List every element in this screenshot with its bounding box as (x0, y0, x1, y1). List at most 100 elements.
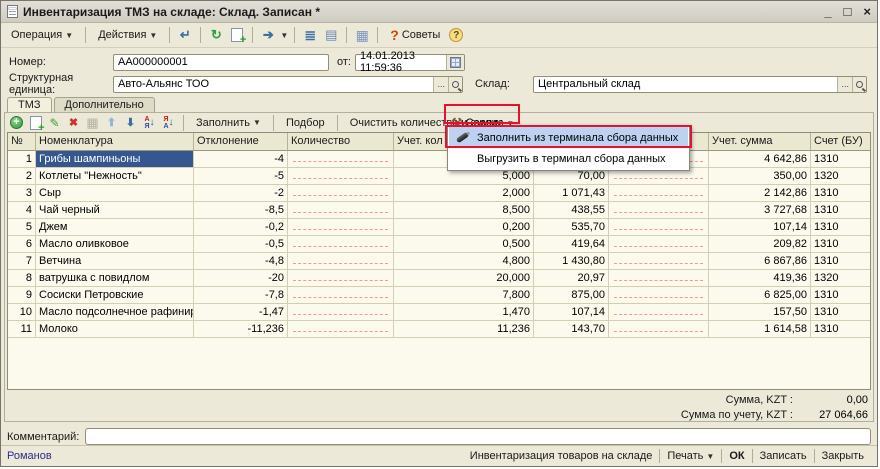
column-header[interactable]: Учет. сумма (709, 133, 811, 151)
goto-button[interactable]: ➔ (259, 26, 277, 44)
cell-dev[interactable]: -11,236 (194, 321, 288, 338)
post-document-button[interactable]: ↵ (176, 26, 194, 44)
cell-sum[interactable] (609, 253, 709, 270)
cell-qty[interactable] (288, 236, 394, 253)
cell-account[interactable]: 1310 (811, 185, 871, 202)
save-row-button[interactable]: ▦ (85, 115, 100, 130)
cell-account[interactable]: 1310 (811, 253, 871, 270)
cell-price[interactable]: 1 430,80 (534, 253, 609, 270)
cell-acc-sum[interactable]: 2 142,86 (709, 185, 811, 202)
cell-account[interactable]: 1320 (811, 270, 871, 287)
cell-n[interactable]: 10 (8, 304, 36, 321)
list-structure-button[interactable]: ≣ (301, 26, 319, 44)
cell-acc-sum[interactable]: 6 825,00 (709, 287, 811, 304)
copy-document-button[interactable] (228, 26, 246, 44)
cell-name[interactable]: Котлеты "Нежность" (36, 168, 194, 185)
chevron-down-icon[interactable]: ▼ (280, 31, 288, 40)
cell-price[interactable]: 438,55 (534, 202, 609, 219)
operation-menu-button[interactable]: Операция ▼ (5, 26, 79, 44)
cell-acc-qty[interactable]: 11,236 (394, 321, 534, 338)
close-document-button[interactable]: Закрыть (815, 450, 871, 462)
cell-acc-sum[interactable]: 6 867,86 (709, 253, 811, 270)
comment-field[interactable] (85, 428, 871, 445)
cell-acc-sum[interactable]: 350,00 (709, 168, 811, 185)
cell-dev[interactable]: -4,8 (194, 253, 288, 270)
cell-price[interactable]: 143,70 (534, 321, 609, 338)
cell-acc-sum[interactable]: 419,36 (709, 270, 811, 287)
cell-acc-qty[interactable]: 0,200 (394, 219, 534, 236)
cell-sum[interactable] (609, 270, 709, 287)
refresh-button[interactable]: ↻ (207, 26, 225, 44)
cell-n[interactable]: 4 (8, 202, 36, 219)
cell-n[interactable]: 9 (8, 287, 36, 304)
cell-qty[interactable] (288, 202, 394, 219)
cell-name[interactable]: Масло оливковое (36, 236, 194, 253)
cell-acc-qty[interactable]: 0,500 (394, 236, 534, 253)
cell-sum[interactable] (609, 321, 709, 338)
cell-acc-sum[interactable]: 107,14 (709, 219, 811, 236)
move-down-button[interactable]: ⬇ (123, 115, 138, 130)
edit-row-button[interactable]: ✎ (47, 115, 62, 130)
print-menu-button[interactable]: Печать ▼ (660, 450, 721, 462)
cell-acc-sum[interactable]: 209,82 (709, 236, 811, 253)
cell-price[interactable]: 1 071,43 (534, 185, 609, 202)
sort-asc-button[interactable]: АЯ ↓ (142, 115, 157, 130)
cell-dev[interactable]: -7,8 (194, 287, 288, 304)
sort-desc-button[interactable]: ЯА ↓ (161, 115, 176, 130)
cell-acc-sum[interactable]: 1 614,58 (709, 321, 811, 338)
unit-field[interactable]: Авто-Альянс ТОО ... (113, 76, 463, 93)
cell-n[interactable]: 1 (8, 151, 36, 168)
cell-dev[interactable]: -4 (194, 151, 288, 168)
move-up-button[interactable]: ⬆ (104, 115, 119, 130)
cell-qty[interactable] (288, 270, 394, 287)
cell-dev[interactable]: -1,47 (194, 304, 288, 321)
column-header[interactable]: Номенклатура (36, 133, 194, 151)
save-button[interactable]: Записать (753, 450, 814, 462)
cell-qty[interactable] (288, 219, 394, 236)
cell-account[interactable]: 1310 (811, 151, 871, 168)
maximize-button[interactable]: □ (844, 5, 852, 19)
column-header[interactable]: Отклонение (194, 133, 288, 151)
list-settings-button[interactable]: ▤ (322, 26, 340, 44)
warehouse-search-button[interactable] (852, 77, 866, 92)
tips-button[interactable]: ? Советы (384, 24, 446, 46)
menu-item-unload-to-terminal[interactable]: Выгрузить в терминал сбора данных (449, 148, 688, 169)
cell-n[interactable]: 11 (8, 321, 36, 338)
cell-dev[interactable]: -5 (194, 168, 288, 185)
cell-sum[interactable] (609, 304, 709, 321)
cell-sum[interactable] (609, 236, 709, 253)
cell-account[interactable]: 1310 (811, 321, 871, 338)
number-field[interactable]: АА000000001 (113, 54, 329, 71)
cell-qty[interactable] (288, 185, 394, 202)
close-button[interactable]: × (863, 5, 871, 19)
cell-acc-qty[interactable]: 2,000 (394, 185, 534, 202)
ok-button[interactable]: ОК (722, 450, 751, 462)
cell-acc-qty[interactable]: 20,000 (394, 270, 534, 287)
column-header[interactable]: Счет (БУ) (811, 133, 871, 151)
cell-qty[interactable] (288, 287, 394, 304)
actions-menu-button[interactable]: Действия ▼ (92, 26, 163, 44)
cell-account[interactable]: 1310 (811, 287, 871, 304)
cell-name[interactable]: Грибы шампиньоны (36, 151, 194, 168)
cell-qty[interactable] (288, 151, 394, 168)
cell-name[interactable]: Масло подсолнечное рафиниро... (36, 304, 194, 321)
cell-sum[interactable] (609, 219, 709, 236)
cell-qty[interactable] (288, 168, 394, 185)
cell-n[interactable]: 5 (8, 219, 36, 236)
warehouse-select-button[interactable]: ... (837, 77, 852, 92)
cell-name[interactable]: Сыр (36, 185, 194, 202)
cell-dev[interactable]: -2 (194, 185, 288, 202)
cell-name[interactable]: Ветчина (36, 253, 194, 270)
cell-name[interactable]: Сосиски Петровские (36, 287, 194, 304)
unit-search-button[interactable] (448, 77, 462, 92)
add-row-button[interactable]: + (9, 115, 24, 130)
cell-dev[interactable]: -20 (194, 270, 288, 287)
calendar-button[interactable] (446, 55, 464, 70)
cell-price[interactable]: 107,14 (534, 304, 609, 321)
column-header[interactable]: Количество (288, 133, 394, 151)
cell-price[interactable]: 419,64 (534, 236, 609, 253)
cell-qty[interactable] (288, 321, 394, 338)
cell-n[interactable]: 7 (8, 253, 36, 270)
tab-additional[interactable]: Дополнительно (54, 97, 155, 112)
delete-row-button[interactable]: ✖ (66, 115, 81, 130)
